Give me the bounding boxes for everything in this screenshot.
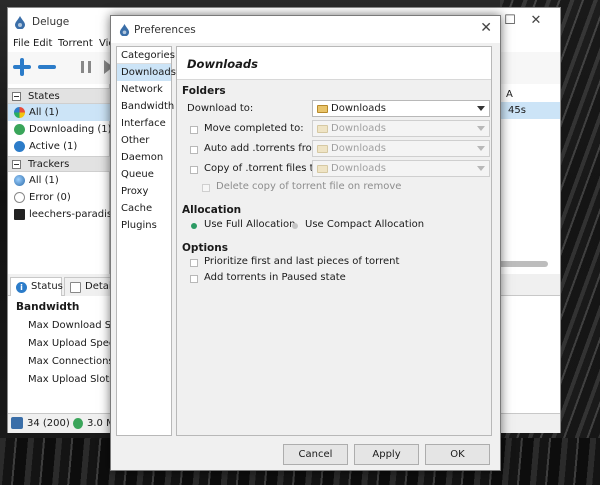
info-icon: i	[16, 282, 27, 293]
folder-icon	[317, 125, 328, 133]
max-connections-label: Max Connections:	[28, 356, 118, 367]
copy-torrent-select[interactable]: Downloads	[312, 160, 490, 177]
sidebar-item-active[interactable]: Active (1)	[8, 138, 110, 155]
categories-header: Categories	[117, 47, 175, 64]
connections-icon	[11, 417, 23, 429]
pause-icon[interactable]	[78, 58, 96, 76]
close-icon[interactable]: ✕	[480, 20, 492, 36]
folder-icon	[317, 165, 328, 173]
auto-add-checkbox[interactable]	[190, 146, 198, 154]
menu-torrent[interactable]: Torrent	[58, 38, 93, 49]
category-queue[interactable]: Queue	[117, 166, 171, 183]
deluge-logo-icon	[119, 24, 130, 39]
category-cache[interactable]: Cache	[117, 200, 171, 217]
move-completed-checkbox[interactable]	[190, 126, 198, 134]
globe-icon	[14, 175, 25, 186]
chevron-down-icon	[477, 166, 485, 171]
close-icon[interactable]: ✕	[526, 13, 546, 28]
collapse-trackers-icon[interactable]	[12, 160, 21, 169]
sidebar-item-downloading[interactable]: Downloading (1)	[8, 121, 112, 138]
ok-button[interactable]: OK	[425, 444, 490, 465]
maximize-icon[interactable]: ☐	[500, 13, 520, 28]
move-completed-select[interactable]: Downloads	[312, 120, 490, 137]
deluge-logo-icon	[14, 16, 26, 32]
category-daemon[interactable]: Daemon	[117, 149, 171, 166]
chevron-down-icon	[477, 126, 485, 131]
preferences-dialog: Preferences ✕ Categories Downloads Netwo…	[110, 15, 501, 471]
menu-edit[interactable]: Edit	[33, 38, 52, 49]
panel-title: Downloads	[187, 57, 258, 71]
copy-torrent-label: Copy of .torrent files to:	[204, 163, 324, 174]
apply-button[interactable]: Apply	[354, 444, 419, 465]
copy-torrent-checkbox[interactable]	[190, 166, 198, 174]
allocation-heading: Allocation	[182, 204, 242, 216]
folder-icon	[317, 105, 328, 113]
compact-allocation-label: Use Compact Allocation	[305, 219, 425, 230]
category-interface[interactable]: Interface	[117, 115, 171, 132]
prioritize-checkbox[interactable]	[190, 259, 198, 267]
paused-state-checkbox[interactable]	[190, 275, 198, 283]
delete-copy-checkbox[interactable]	[202, 184, 210, 192]
auto-add-select[interactable]: Downloads	[312, 140, 490, 157]
preferences-title-bar[interactable]: Preferences ✕	[111, 16, 500, 43]
tab-details[interactable]: Detail	[64, 277, 114, 296]
filter-sidebar: States All (1) Downloading (1) Active (1…	[8, 84, 128, 274]
download-speed-icon	[73, 418, 83, 429]
states-header[interactable]: States	[8, 88, 110, 104]
max-upload-slots-label: Max Upload Slots:	[28, 374, 118, 385]
panel-header: Downloads	[177, 47, 491, 80]
category-bandwidth[interactable]: Bandwidth	[117, 98, 174, 115]
full-allocation-label: Use Full Allocation	[204, 219, 296, 230]
delete-copy-label: Delete copy of torrent file on remove	[216, 181, 402, 192]
main-window-title: Deluge	[32, 16, 70, 28]
sidebar-item-all-trackers[interactable]: All (1)	[8, 172, 110, 189]
active-icon	[14, 141, 25, 152]
collapse-states-icon[interactable]	[12, 92, 21, 101]
tracker-favicon	[14, 209, 25, 220]
all-states-icon	[14, 107, 25, 118]
connections-count: 34 (200)	[27, 418, 70, 429]
paused-state-label: Add torrents in Paused state	[204, 272, 346, 283]
category-other[interactable]: Other	[117, 132, 171, 149]
downloads-panel: Downloads Folders Download to: Downloads…	[176, 46, 492, 436]
downloading-icon	[14, 124, 25, 135]
add-torrent-icon[interactable]	[13, 58, 31, 76]
sidebar-item-error[interactable]: Error (0)	[8, 189, 110, 206]
tab-status[interactable]: i Status	[10, 277, 63, 296]
menu-file[interactable]: File	[13, 38, 30, 49]
auto-add-label: Auto add .torrents from:	[204, 143, 325, 154]
category-network[interactable]: Network	[117, 81, 171, 98]
full-allocation-radio[interactable]	[191, 223, 197, 229]
prioritize-label: Prioritize first and last pieces of torr…	[204, 256, 400, 267]
folders-heading: Folders	[182, 85, 226, 97]
trackers-header[interactable]: Trackers	[8, 156, 110, 172]
category-plugins[interactable]: Plugins	[117, 217, 171, 234]
compact-allocation-radio[interactable]	[292, 223, 298, 229]
preferences-title: Preferences	[134, 24, 196, 36]
chevron-down-icon	[477, 106, 485, 111]
details-icon	[70, 282, 81, 293]
category-proxy[interactable]: Proxy	[117, 183, 171, 200]
remove-torrent-icon[interactable]	[38, 58, 56, 76]
sidebar-item-tracker[interactable]: leechers-paradise.o	[8, 206, 128, 223]
sidebar-item-all-states[interactable]: All (1)	[8, 104, 110, 121]
categories-list: Categories Downloads Network Bandwidth I…	[116, 46, 176, 436]
eta-cell: 45s	[508, 105, 526, 116]
category-downloads[interactable]: Downloads	[117, 64, 176, 81]
column-header[interactable]: A	[506, 89, 513, 100]
error-icon	[14, 192, 25, 203]
download-to-select[interactable]: Downloads	[312, 100, 490, 117]
bandwidth-heading: Bandwidth	[16, 301, 80, 313]
cancel-button[interactable]: Cancel	[283, 444, 348, 465]
folder-icon	[317, 145, 328, 153]
move-completed-label: Move completed to:	[204, 123, 304, 134]
options-heading: Options	[182, 242, 228, 254]
chevron-down-icon	[477, 146, 485, 151]
download-to-label: Download to:	[187, 103, 254, 114]
